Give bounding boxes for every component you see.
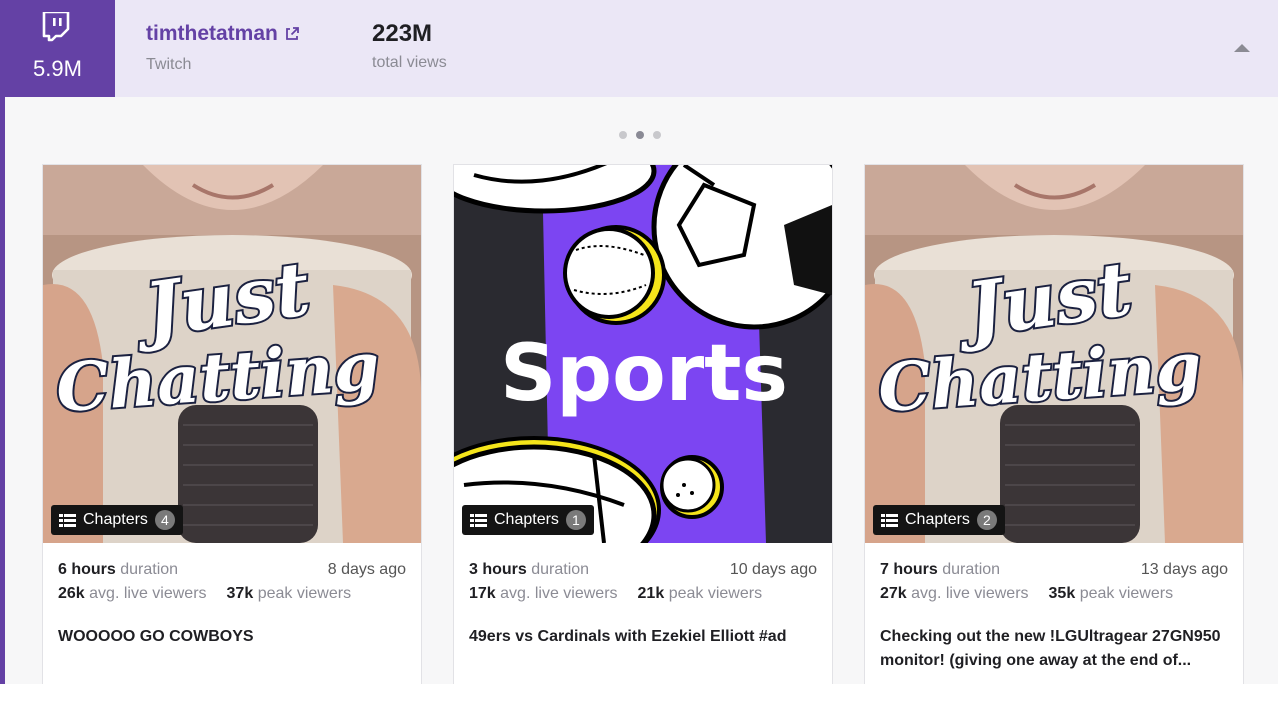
list-icon: [59, 513, 76, 527]
channel-panel: 5.9M timthetatman Twitch 223M total view…: [0, 0, 1278, 684]
vod-info: 6 hours duration 8 days ago 26k avg. liv…: [43, 543, 421, 649]
vod-thumbnail[interactable]: Sports Chapters 1: [454, 165, 832, 543]
vod-info: 3 hours duration 10 days ago 17k avg. li…: [454, 543, 832, 649]
duration-value: 6 hours: [58, 561, 116, 578]
duration-label: duration: [942, 561, 1001, 578]
avg-viewers-value: 27k: [880, 585, 907, 602]
avg-viewers-value: 26k: [58, 585, 85, 602]
carousel-dot[interactable]: [653, 131, 661, 139]
chapters-count: 4: [154, 510, 175, 530]
duration-label: duration: [120, 561, 179, 578]
list-icon: [470, 513, 487, 527]
avg-viewers-value: 17k: [469, 585, 496, 602]
peak-viewers-value: 21k: [637, 585, 665, 602]
chapters-button[interactable]: Chapters 4: [51, 505, 183, 535]
accent-rail: [0, 96, 5, 684]
chapters-count: 2: [976, 510, 997, 530]
peak-viewers-value: 35k: [1048, 585, 1076, 602]
chapters-label: Chapters: [83, 511, 148, 528]
duration-value: 7 hours: [880, 561, 938, 578]
duration-value: 3 hours: [469, 561, 527, 578]
twitch-brand-badge: 5.9M: [0, 0, 115, 97]
thumbnail-text-sports: Sports: [500, 329, 788, 419]
carousel-dot-active[interactable]: [636, 131, 644, 139]
vod-title[interactable]: 49ers vs Cardinals with Ezekiel Elliott …: [469, 625, 817, 649]
carousel-pagination: [0, 131, 1278, 139]
just-chatting-thumbnail: Just Chatting: [43, 165, 421, 543]
total-views-stat: 223M total views: [372, 20, 447, 72]
chapters-label: Chapters: [905, 511, 970, 528]
avg-viewers-label: avg. live viewers: [911, 585, 1029, 602]
vod-card[interactable]: Just Chatting Chapters 4 6 hours duratio…: [42, 164, 422, 684]
total-views-label: total views: [372, 54, 447, 71]
channel-name[interactable]: timthetatman: [146, 22, 278, 46]
total-views-value: 223M: [372, 20, 433, 47]
just-chatting-thumbnail: Just Chatting: [865, 165, 1243, 543]
peak-viewers-value: 37k: [226, 585, 254, 602]
external-link-icon[interactable]: [284, 26, 300, 42]
chapters-button[interactable]: Chapters 2: [873, 505, 1005, 535]
chapters-button[interactable]: Chapters 1: [462, 505, 594, 535]
platform-label: Twitch: [146, 56, 192, 73]
vod-info: 7 hours duration 13 days ago 27k avg. li…: [865, 543, 1243, 673]
chapters-count: 1: [565, 510, 586, 530]
vod-card[interactable]: Just Chatting Chapters 2 7 hours duratio…: [864, 164, 1244, 684]
chevron-up-icon[interactable]: [1232, 40, 1252, 56]
vod-age: 10 days ago: [729, 561, 817, 578]
vod-age: 13 days ago: [1140, 561, 1228, 578]
vod-title[interactable]: Checking out the new !LGUltragear 27GN95…: [880, 625, 1228, 673]
channel-header: 5.9M timthetatman Twitch 223M total view…: [0, 0, 1278, 97]
vod-thumbnail[interactable]: Just Chatting Chapters 2: [865, 165, 1243, 543]
carousel-dot[interactable]: [619, 131, 627, 139]
duration-label: duration: [531, 561, 590, 578]
vod-age: 8 days ago: [327, 561, 406, 578]
vod-thumbnail[interactable]: Just Chatting Chapters 4: [43, 165, 421, 543]
chapters-label: Chapters: [494, 511, 559, 528]
avg-viewers-label: avg. live viewers: [500, 585, 618, 602]
peak-viewers-label: peak viewers: [668, 585, 763, 602]
channel-link[interactable]: timthetatman: [146, 22, 300, 46]
vod-card[interactable]: Sports Chapters 1 3 hours duration 10 da…: [453, 164, 833, 684]
sports-thumbnail: Sports: [454, 165, 832, 543]
list-icon: [881, 513, 898, 527]
peak-viewers-label: peak viewers: [1079, 585, 1174, 602]
follower-count: 5.9M: [33, 56, 82, 81]
vod-title[interactable]: WOOOOO GO COWBOYS: [58, 625, 406, 649]
twitch-logo-icon: [42, 12, 70, 42]
avg-viewers-label: avg. live viewers: [89, 585, 207, 602]
peak-viewers-label: peak viewers: [257, 585, 352, 602]
channel-info: timthetatman Twitch: [146, 22, 300, 74]
